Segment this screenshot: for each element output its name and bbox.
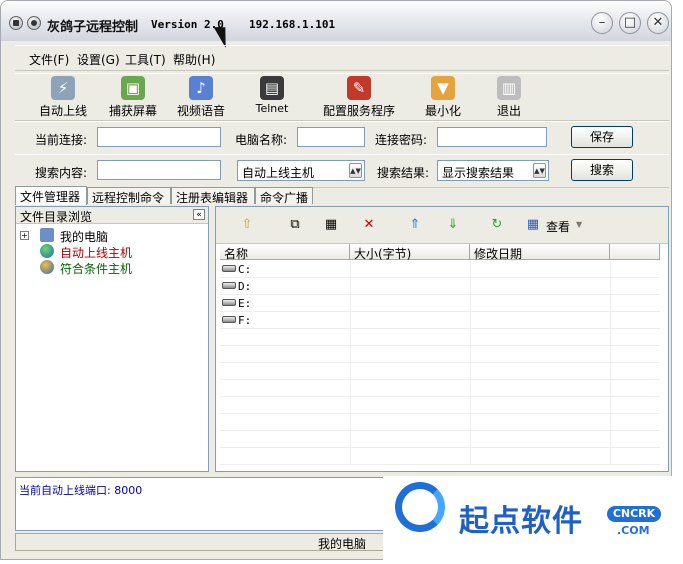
rollup-icon[interactable] [27, 16, 41, 30]
globe-icon [40, 244, 54, 258]
copy-icon[interactable]: ⧉ [286, 217, 304, 233]
file-toolbar: ⇧ ⧉ ▦ ✕ ⇑ ⇓ ↻ ▦ 查看 ▼ [216, 207, 668, 244]
window-title: 灰鸽子远程控制 [47, 20, 139, 35]
watermark-logo: 起点软件 CNCRK .COM [383, 476, 683, 564]
system-menu-icon[interactable] [9, 16, 23, 30]
close-button[interactable]: ✕ [647, 12, 669, 34]
table-row [220, 329, 660, 346]
view-icon[interactable]: ▦ [524, 217, 542, 233]
column-name[interactable]: 名称 [220, 244, 350, 261]
video-voice-button[interactable]: ♪ 视频语音 [175, 76, 227, 119]
menu-file[interactable]: 文件(F) [29, 51, 69, 68]
log-line: 当前自动上线端口: 8000 [19, 484, 143, 497]
download-arrow-icon: ▼ [431, 76, 455, 100]
title-bar[interactable]: 灰鸽子远程控制 Version 2.0 192.168.1.101 – □ ✕ [1, 1, 671, 48]
connection-row: 当前连接: 电脑名称: 连接密码: 保存 [15, 121, 669, 155]
logo-icon [395, 482, 445, 532]
search-scope-select[interactable]: 自动上线主机 ▲▼ [237, 160, 365, 181]
menu-bar: 文件(F) 设置(G) 工具(T) 帮助(H) [15, 45, 669, 71]
main-toolbar: ⚡ 自动上线 ▣ 捕获屏幕 ♪ 视频语音 ▤ Telnet ✎ 配置服务程序 ▼… [15, 73, 669, 121]
chevron-down-icon: ▲▼ [533, 163, 546, 178]
exit-button[interactable]: ▥ 退出 [491, 76, 527, 119]
computer-icon [40, 228, 54, 242]
directory-tree-panel: 文件目录浏览 « + 我的电脑 自动上线主机 符合条件主机 [15, 206, 209, 472]
column-modified[interactable]: 修改日期 [470, 244, 610, 261]
table-row [220, 448, 660, 465]
table-row [220, 363, 660, 380]
delete-icon[interactable]: ✕ [360, 217, 378, 233]
table-row[interactable]: F: [220, 312, 660, 329]
table-row [220, 380, 660, 397]
expand-icon[interactable]: + [20, 231, 29, 240]
table-row [220, 397, 660, 414]
file-list-panel: ⇧ ⧉ ▦ ✕ ⇑ ⇓ ↻ ▦ 查看 ▼ 名称 大小(字节) 修改日期 C: D… [215, 206, 669, 472]
table-row [220, 414, 660, 431]
ip-label: 192.168.1.101 [249, 18, 336, 31]
drive-icon [222, 265, 236, 272]
computer-name-input[interactable] [297, 127, 365, 147]
maximize-button[interactable]: □ [619, 12, 641, 34]
watermark-com: .COM [617, 524, 650, 537]
connection-password-input[interactable] [437, 127, 547, 147]
door-icon: ▥ [497, 76, 521, 100]
drive-icon [222, 316, 236, 323]
tab-remote-command[interactable]: 远程控制命令 [87, 187, 171, 205]
auto-online-button[interactable]: ⚡ 自动上线 [37, 76, 89, 119]
network-icon: ⚡ [51, 76, 75, 100]
watermark-badge: CNCRK [607, 506, 661, 522]
search-result-select[interactable]: 显示搜索结果 ▲▼ [437, 160, 549, 181]
current-connection-input[interactable] [97, 127, 221, 147]
tab-file-manager[interactable]: 文件管理器 [15, 186, 87, 205]
tree-header: 文件目录浏览 « [16, 207, 208, 224]
screen-capture-icon: ▣ [121, 76, 145, 100]
folder-up-icon[interactable]: ⇧ [238, 217, 256, 233]
column-extra[interactable] [610, 244, 660, 260]
watermark-name: 起点软件 [459, 504, 583, 539]
tab-registry-editor[interactable]: 注册表编辑器 [171, 187, 255, 205]
version-label: Version 2.0 [151, 18, 224, 31]
search-row: 搜索内容: 自动上线主机 ▲▼ 搜索结果: 显示搜索结果 ▲▼ 搜索 [15, 154, 669, 188]
microphone-icon: ♪ [189, 76, 213, 100]
refresh-icon[interactable]: ↻ [488, 217, 506, 233]
save-button[interactable]: 保存 [571, 126, 633, 148]
table-row [220, 431, 660, 448]
tab-command-broadcast[interactable]: 命令广播 [255, 187, 313, 205]
table-row[interactable]: E: [220, 295, 660, 312]
drive-icon [222, 282, 236, 289]
search-button[interactable]: 搜索 [571, 159, 633, 181]
download-icon[interactable]: ⇓ [444, 217, 462, 233]
collapse-icon[interactable]: « [193, 209, 205, 220]
paste-icon[interactable]: ▦ [322, 217, 340, 233]
capture-screen-button[interactable]: ▣ 捕获屏幕 [107, 76, 159, 119]
search-globe-icon [40, 260, 54, 274]
menu-tools[interactable]: 工具(T) [125, 51, 166, 68]
search-content-input[interactable] [97, 160, 221, 180]
table-row[interactable]: C: [220, 261, 660, 278]
upload-icon[interactable]: ⇑ [406, 217, 424, 233]
config-tools-icon: ✎ [347, 76, 371, 100]
computer-icon: ▤ [260, 76, 284, 100]
minimize-app-button[interactable]: ▼ 最小化 [421, 76, 465, 119]
telnet-button[interactable]: ▤ Telnet [247, 76, 297, 115]
menu-help[interactable]: 帮助(H) [173, 51, 215, 68]
chevron-down-icon[interactable]: ▼ [576, 220, 582, 229]
table-row [220, 346, 660, 363]
config-server-button[interactable]: ✎ 配置服务程序 [321, 76, 397, 119]
table-row[interactable]: D: [220, 278, 660, 295]
drive-icon [222, 299, 236, 306]
view-button[interactable]: 查看 [546, 218, 570, 235]
column-size[interactable]: 大小(字节) [350, 244, 470, 261]
chevron-down-icon: ▲▼ [349, 163, 362, 178]
menu-settings[interactable]: 设置(G) [77, 51, 120, 68]
minimize-button[interactable]: – [591, 12, 613, 34]
